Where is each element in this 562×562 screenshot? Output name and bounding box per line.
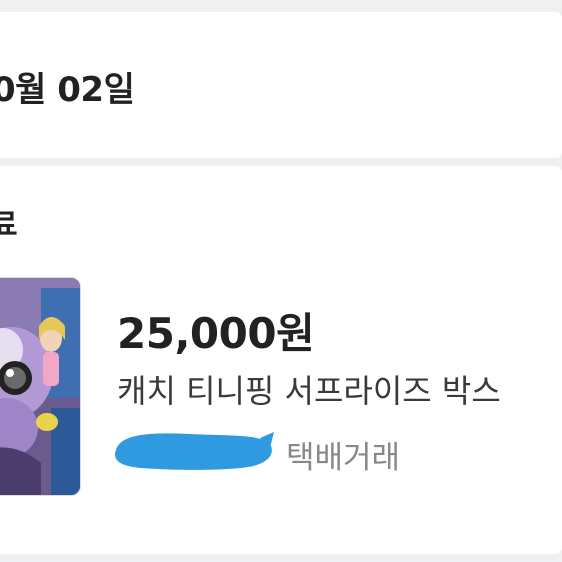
transaction-meta: 택배거래 xyxy=(110,428,562,476)
delivery-method: 택배거래 xyxy=(286,440,401,476)
product-thumbnail[interactable] xyxy=(0,277,81,496)
page: 0월 02일 료 25,000원 캐치 티니핑 서프라이즈 박스 택배거래 xyxy=(0,0,562,562)
date-heading: 0월 02일 xyxy=(0,70,135,110)
toy-photo-icon xyxy=(0,278,80,495)
price-label: 25,000원 xyxy=(117,309,315,358)
redaction-scribble-icon xyxy=(115,432,274,470)
transaction-status: 료 xyxy=(0,208,18,243)
product-title: 캐치 티니핑 서프라이즈 박스 xyxy=(117,372,501,410)
